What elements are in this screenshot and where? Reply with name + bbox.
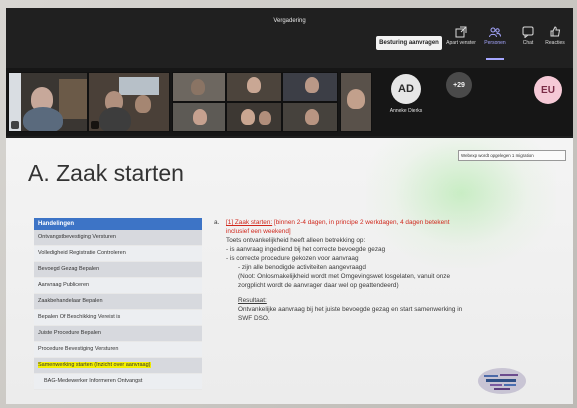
handeling-item: Volledigheid Registratie Controleren bbox=[34, 246, 202, 262]
participant-head bbox=[305, 109, 319, 125]
teams-meeting-window: Vergadering Besturing aanvragen Apart ve… bbox=[6, 8, 573, 404]
content-line: - is correcte procedure gekozen voor aan… bbox=[226, 255, 359, 262]
participant-strip bbox=[6, 68, 573, 136]
video-tile[interactable] bbox=[88, 72, 170, 132]
result-line: SWF DSO. bbox=[238, 315, 270, 322]
zaak-starten-link[interactable]: [1] Zaak starten: bbox=[226, 219, 272, 226]
handeling-item-highlighted: Samenwerking starten (Inzicht over aanvr… bbox=[34, 358, 202, 374]
self-avatar[interactable]: EU bbox=[534, 76, 562, 104]
handeling-item: Procedure Bevestiging Versturen bbox=[34, 342, 202, 358]
handeling-item: Zaakbehandelaar Bepalen bbox=[34, 294, 202, 310]
video-tile[interactable] bbox=[226, 102, 282, 132]
wordcloud-icon bbox=[478, 368, 526, 394]
participant-head bbox=[247, 77, 261, 93]
participant-body bbox=[23, 107, 63, 131]
handeling-item: BAG-Medewerker Informeren Ontvangst bbox=[34, 374, 202, 390]
meeting-toolbar: Vergadering Besturing aanvragen Apart ve… bbox=[6, 8, 573, 68]
popout-icon bbox=[455, 26, 467, 38]
people-icon bbox=[489, 27, 501, 38]
wordcloud-graphic bbox=[476, 366, 528, 396]
content-line: (Noot: Onlosmakelijkheid wordt met Omgev… bbox=[238, 273, 451, 280]
reactions-label: Reacties bbox=[545, 40, 565, 46]
slide-content: a. [1] Zaak starten: [binnen 2-4 dagen, … bbox=[214, 218, 554, 323]
slide-title: A. Zaak starten bbox=[28, 160, 184, 186]
result-label: Resultaat: bbox=[238, 297, 267, 304]
participant-head bbox=[135, 95, 151, 113]
participant-body bbox=[99, 107, 131, 131]
video-tile[interactable] bbox=[340, 72, 372, 132]
request-control-button[interactable]: Besturing aanvragen bbox=[376, 36, 442, 50]
popout-button[interactable]: Apart venster bbox=[446, 26, 476, 56]
timing-text: [binnen 2-4 dagen, in principe 2 werkdag… bbox=[273, 219, 450, 226]
chat-icon bbox=[522, 26, 534, 38]
reactions-button[interactable]: Reacties bbox=[540, 26, 570, 56]
content-line: - is aanvraag ingediend bij het correcte… bbox=[226, 246, 386, 253]
video-tile[interactable] bbox=[282, 72, 338, 102]
video-tile[interactable] bbox=[172, 72, 226, 102]
meeting-title: Vergadering bbox=[273, 18, 306, 24]
handeling-item: Ontvangstbevestiging Versturen bbox=[34, 230, 202, 246]
handelingen-header: Handelingen bbox=[34, 218, 202, 230]
result-line: Ontvankelijke aanvraag bij het juiste be… bbox=[238, 306, 463, 313]
participant-head bbox=[193, 109, 207, 125]
more-participants-badge[interactable]: +29 bbox=[446, 72, 472, 98]
content-line: - zijn alle benodigde activiteiten aange… bbox=[238, 264, 366, 271]
participant-head bbox=[347, 89, 365, 109]
participant-avatar[interactable]: AD bbox=[391, 74, 421, 104]
people-button[interactable]: Personen bbox=[480, 26, 510, 60]
participant-head bbox=[191, 79, 205, 95]
participant-head bbox=[259, 111, 271, 125]
mic-off-icon bbox=[91, 121, 99, 129]
handeling-item: Bepalen Of Beschikking Vereist is bbox=[34, 310, 202, 326]
people-label: Personen bbox=[484, 40, 506, 46]
chat-button[interactable]: Chat bbox=[513, 26, 543, 56]
content-line: Toets ontvankelijkheid heeft alleen betr… bbox=[226, 237, 366, 244]
content-bullet: a. bbox=[214, 219, 220, 226]
video-tile[interactable] bbox=[8, 72, 88, 132]
participant-head bbox=[305, 77, 319, 93]
handeling-item: Aanvraag Publiceren bbox=[34, 278, 202, 294]
mic-off-icon bbox=[11, 121, 19, 129]
bookshelf bbox=[59, 79, 87, 119]
video-tile[interactable] bbox=[172, 102, 226, 132]
reactions-icon bbox=[550, 26, 561, 37]
handeling-item: Juiste Procedure Bepalen bbox=[34, 326, 202, 342]
popout-label: Apart venster bbox=[446, 40, 476, 46]
participant-name: Anneke Dierks bbox=[389, 108, 423, 114]
content-line: zorgplicht wordt de aanvrager daar wel o… bbox=[238, 282, 399, 289]
timing-text-cont: inclusief een weekend] bbox=[226, 228, 291, 235]
handelingen-table: Handelingen Ontvangstbevestiging Verstur… bbox=[34, 218, 202, 390]
video-tile[interactable] bbox=[282, 102, 338, 132]
hover-tooltip: Webexp wordt opgelegen 1 migration bbox=[458, 150, 566, 161]
video-tile[interactable] bbox=[226, 72, 282, 102]
handeling-item: Bevoegd Gezag Bepalen bbox=[34, 262, 202, 278]
shared-slide: A. Zaak starten Handelingen Ontvangstbev… bbox=[6, 138, 573, 404]
window-background bbox=[119, 77, 159, 95]
chat-label: Chat bbox=[522, 40, 534, 46]
participant-head bbox=[241, 109, 255, 125]
